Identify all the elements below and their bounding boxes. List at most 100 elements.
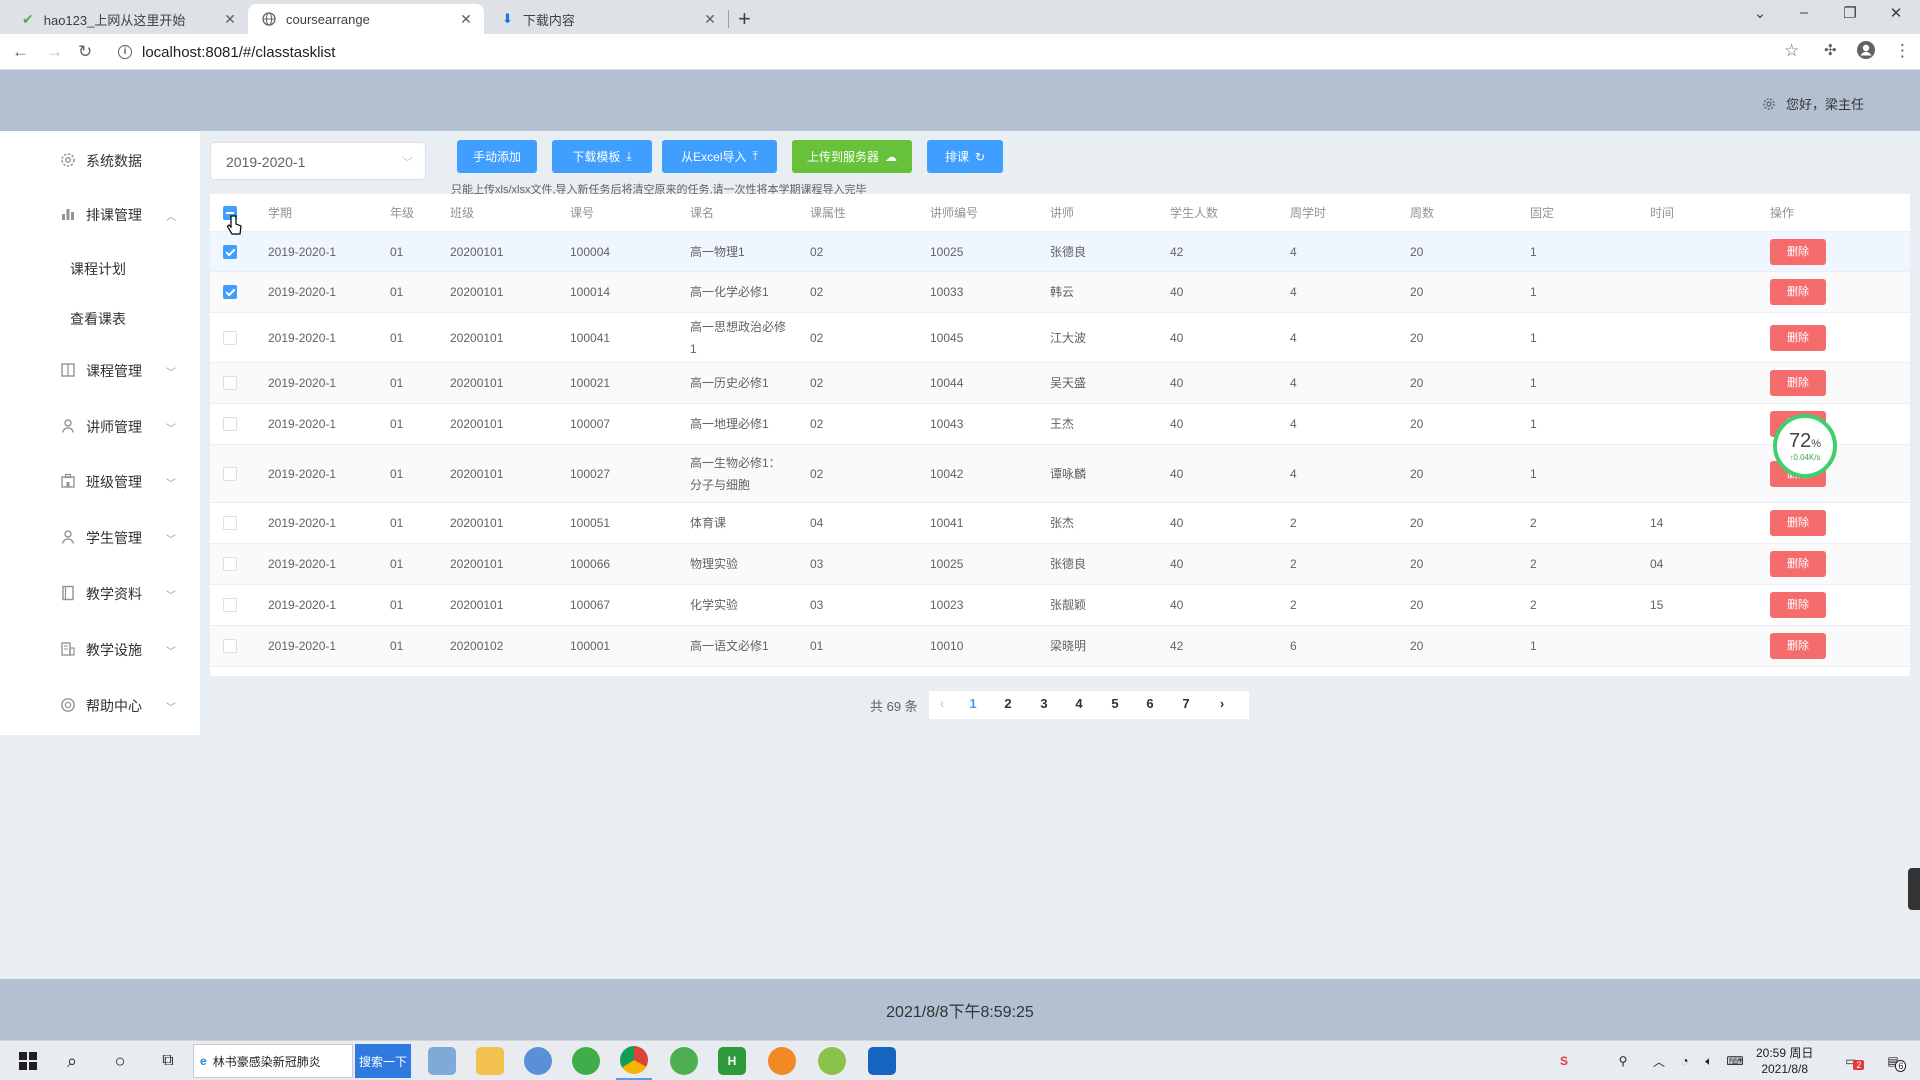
taskbar-app-chrome-icon[interactable]	[616, 1041, 652, 1080]
sidebar-item-help-center[interactable]: 帮助中心 ﹀	[0, 686, 200, 726]
cortana-circle-icon[interactable]: ○	[100, 1041, 140, 1080]
sidebar-item-course-management[interactable]: 课程管理 ﹀	[0, 351, 200, 391]
manual-add-button[interactable]: 手动添加	[457, 140, 537, 173]
table-row[interactable]: 2019-2020-1 01 20200101 100041 高一思想政治必修1 02 10…	[210, 313, 1910, 363]
profile-avatar-icon[interactable]	[1856, 40, 1876, 65]
delete-button[interactable]: 删除	[1770, 510, 1826, 536]
table-row[interactable]: 2019-2020-1 01 20200101 100004 高一物理1 02 10025 张…	[210, 232, 1910, 272]
prev-page-chevron-icon[interactable]: ‹	[929, 696, 955, 711]
task-view-icon[interactable]: ⧉	[148, 1041, 188, 1080]
page-button[interactable]: 4	[1066, 696, 1092, 711]
column-header[interactable]: 周学时	[1290, 194, 1326, 231]
next-page-chevron-icon[interactable]: ›	[1209, 696, 1235, 711]
row-checkbox[interactable]	[223, 376, 237, 390]
tab-close-icon[interactable]: ✕	[222, 11, 238, 28]
column-header[interactable]: 固定	[1530, 194, 1554, 231]
table-row[interactable]: 2019-2020-1 01 20200102 100001 高一语文必修1 01 1001…	[210, 626, 1910, 667]
network-speed-widget[interactable]: 72% ↑0.04K/s	[1773, 414, 1837, 478]
tab-close-icon[interactable]: ✕	[458, 11, 474, 28]
column-header[interactable]: 周数	[1410, 194, 1434, 231]
column-header[interactable]: 讲师	[1050, 194, 1074, 231]
row-checkbox[interactable]	[223, 285, 237, 299]
table-row[interactable]: 2019-2020-1 01 20200101 100007 高一地理必修1 02 1004…	[210, 404, 1910, 445]
column-header[interactable]: 操作	[1770, 194, 1794, 231]
row-checkbox[interactable]	[223, 516, 237, 530]
table-row[interactable]: 2019-2020-1 01 20200101 100067 化学实验 03 10023 张靓…	[210, 585, 1910, 626]
sidebar-subitem-course-plan[interactable]: 课程计划	[0, 249, 200, 289]
row-checkbox[interactable]	[223, 244, 237, 259]
tray-keyboard-icon[interactable]: ⌨	[1722, 1041, 1748, 1080]
sidebar-item-lecturer-management[interactable]: 讲师管理 ﹀	[0, 407, 200, 447]
column-header[interactable]: 讲师编号	[930, 194, 978, 231]
column-header[interactable]: 课属性	[810, 194, 846, 231]
upload-to-server-button[interactable]: 上传到服务器 ☁	[792, 140, 912, 173]
column-header[interactable]: 年级	[390, 194, 414, 231]
sidebar-item-scheduling[interactable]: 排课管理 ︿	[0, 195, 200, 235]
column-header[interactable]: 学期	[268, 194, 292, 231]
sidebar-item-teaching-materials[interactable]: 教学资料 ﹀	[0, 574, 200, 614]
table-row[interactable]: 2019-2020-1 01 20200101 100014 高一化学必修1 02 1003…	[210, 272, 1910, 313]
delete-button[interactable]: 删除	[1770, 238, 1826, 265]
menu-kebab-icon[interactable]: ⋮	[1894, 41, 1911, 61]
extensions-puzzle-icon[interactable]: ✣	[1824, 41, 1837, 59]
forward-arrow-icon[interactable]: →	[46, 42, 63, 62]
tray-wifi-icon[interactable]: ◔	[1674, 1041, 1696, 1080]
address-bar[interactable]: i localhost:8081/#/classtasklist	[108, 38, 1800, 66]
user-greeting[interactable]: 您好，梁主任	[1762, 94, 1864, 113]
column-header[interactable]: 时间	[1650, 194, 1674, 231]
sidebar-item-teaching-facilities[interactable]: 教学设施 ﹀	[0, 630, 200, 670]
page-button[interactable]: 3	[1031, 696, 1057, 711]
tray-sogou-icon[interactable]: S	[1552, 1041, 1576, 1080]
column-header[interactable]: 课号	[570, 194, 594, 231]
reload-icon[interactable]: ↻	[78, 42, 92, 62]
page-button[interactable]: 6	[1137, 696, 1163, 711]
browser-tab-hao123[interactable]: ✔ hao123_上网从这里开始 ✕	[8, 4, 248, 34]
sidebar-item-class-management[interactable]: 班级管理 ﹀	[0, 462, 200, 502]
row-checkbox[interactable]	[223, 466, 237, 481]
taskbar-search-box[interactable]: e 林书豪感染新冠肺炎	[193, 1044, 353, 1078]
bookmark-star-icon[interactable]: ☆	[1784, 41, 1799, 61]
minimize-icon[interactable]: –	[1790, 4, 1818, 21]
taskbar-app-search-tool-icon[interactable]	[764, 1041, 800, 1080]
delete-button[interactable]: 删除	[1770, 592, 1826, 618]
action-center-icon[interactable]: ▤ 6	[1878, 1041, 1908, 1080]
taskbar-app-notepad-icon[interactable]	[424, 1041, 460, 1080]
download-template-button[interactable]: 下载模板 ⤓	[552, 140, 652, 173]
delete-button[interactable]: 删除	[1770, 551, 1826, 577]
browser-tab-coursearrange[interactable]: coursearrange ✕	[248, 4, 484, 34]
page-button[interactable]: 1	[960, 696, 986, 711]
taskbar-search-button[interactable]: 搜索一下	[355, 1044, 411, 1078]
restore-icon[interactable]: ❐	[1836, 4, 1864, 22]
semester-select[interactable]: 2019-2020-1 ﹀	[210, 142, 426, 180]
close-window-icon[interactable]: ✕	[1882, 4, 1910, 22]
sidebar-item-system-data[interactable]: 系统数据	[0, 141, 200, 181]
windows-start-icon[interactable]	[8, 1041, 48, 1080]
table-row[interactable]: 2019-2020-1 01 20200101 100051 体育课 04 10041 张杰 4…	[210, 503, 1910, 544]
new-tab-plus-icon[interactable]: +	[738, 6, 751, 32]
column-header[interactable]: 课名	[690, 194, 714, 231]
tab-close-icon[interactable]: ✕	[702, 11, 718, 28]
page-button[interactable]: 2	[995, 696, 1021, 711]
row-checkbox[interactable]	[223, 639, 237, 653]
taskbar-app-melon-icon[interactable]	[814, 1041, 850, 1080]
table-row[interactable]: 2019-2020-1 01 20200101 100021 高一历史必修1 02 1004…	[210, 363, 1910, 404]
column-header[interactable]: 学生人数	[1170, 194, 1218, 231]
tab-search-icon[interactable]: ⌄	[1746, 4, 1774, 22]
row-checkbox[interactable]	[223, 557, 237, 571]
taskbar-app-360-icon[interactable]	[666, 1041, 702, 1080]
tray-volume-icon[interactable]: 🔈︎	[1698, 1041, 1720, 1080]
browser-tab-downloads[interactable]: ⬇ 下载内容 ✕	[488, 4, 728, 34]
settings-gear-icon[interactable]	[1762, 97, 1776, 111]
row-checkbox[interactable]	[223, 330, 237, 345]
tray-message-icon[interactable]: ▭ 2	[1836, 1041, 1866, 1080]
delete-button[interactable]: 删除	[1770, 279, 1826, 305]
delete-button[interactable]: 删除	[1770, 370, 1826, 396]
search-magnifier-icon[interactable]: ⌕	[52, 1041, 92, 1080]
taskbar-app-network-icon[interactable]	[520, 1041, 556, 1080]
taskbar-app-hbuilder-icon[interactable]: H	[714, 1041, 750, 1080]
sidebar-item-student-management[interactable]: 学生管理 ﹀	[0, 518, 200, 558]
taskbar-clock[interactable]: 20:59 周日 2021/8/8	[1756, 1045, 1813, 1077]
site-info-icon[interactable]: i	[118, 45, 132, 59]
back-arrow-icon[interactable]: ←	[12, 42, 29, 62]
row-checkbox[interactable]	[223, 598, 237, 612]
